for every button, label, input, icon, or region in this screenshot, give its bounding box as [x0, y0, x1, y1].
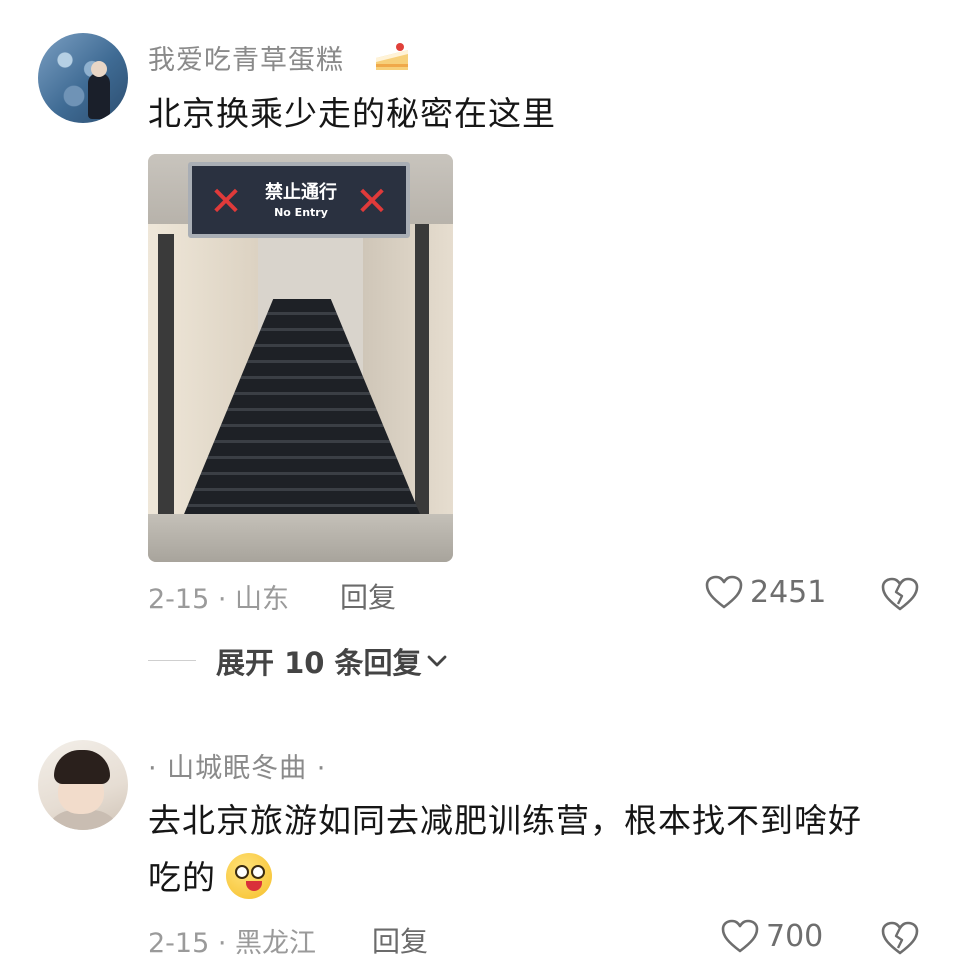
emoji-mouth — [246, 881, 262, 891]
avatar-hair — [54, 750, 110, 784]
reply-button[interactable]: 回复 — [372, 920, 428, 960]
heart-icon — [705, 575, 743, 609]
expand-replies-label: 展开 10 条回复 — [216, 646, 422, 680]
reply-button[interactable]: 回复 — [340, 576, 396, 616]
heart-icon — [721, 919, 759, 953]
dislike-broken-heart-icon[interactable] — [880, 920, 920, 956]
emoji-eye — [235, 865, 249, 879]
photo-pillar-left — [158, 234, 174, 524]
username[interactable]: 我爱吃青草蛋糕 — [148, 38, 344, 77]
sign-text-en: No Entry — [274, 206, 328, 219]
username[interactable]: · 山城眠冬曲 · — [148, 746, 326, 785]
emoji-eye — [251, 865, 265, 879]
comment-date-location: 2-15 · 黑龙江 — [148, 928, 317, 959]
avatar-figure — [88, 61, 110, 119]
photo-floor — [148, 514, 453, 562]
drooling-face-emoji-icon — [226, 853, 272, 899]
no-entry-sign: ✕ 禁止通行 No Entry ✕ — [188, 162, 410, 238]
x-mark-icon: ✕ — [209, 179, 243, 225]
sign-text-zh: 禁止通行 — [265, 182, 337, 203]
like-button[interactable]: 2451 — [704, 574, 826, 610]
chevron-down-icon — [427, 655, 446, 667]
comment-text-line-1: 去北京旅游如同去减肥训练营，根本找不到啥好 — [148, 801, 862, 840]
comment-date-location: 2-15 · 山东 — [148, 584, 290, 615]
comment-text-line-2: 吃的 — [148, 858, 216, 897]
avatar[interactable] — [38, 33, 128, 123]
dislike-broken-heart-icon[interactable] — [880, 576, 920, 612]
comment-text: 北京换乘少走的秘密在这里 — [148, 94, 556, 133]
like-count: 2451 — [750, 574, 827, 610]
like-button[interactable]: 700 — [720, 918, 823, 954]
cake-icon — [376, 43, 408, 70]
expand-divider — [148, 660, 196, 661]
comment-photo[interactable]: ✕ 禁止通行 No Entry ✕ — [148, 154, 453, 562]
photo-pillar-right — [415, 224, 429, 524]
expand-replies-button[interactable]: 展开 10 条回复 — [216, 640, 448, 682]
x-mark-icon: ✕ — [355, 179, 389, 225]
avatar[interactable] — [38, 740, 128, 830]
like-count: 700 — [766, 918, 824, 954]
